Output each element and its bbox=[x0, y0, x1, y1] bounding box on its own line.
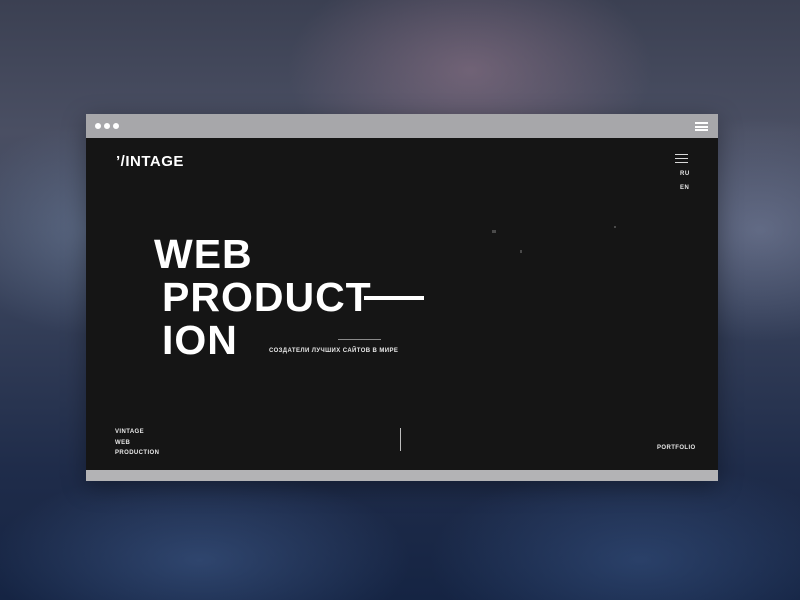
hero-title-line-2: PRODUCT bbox=[162, 274, 372, 320]
browser-menu-icon[interactable] bbox=[695, 122, 708, 131]
browser-bottom-bar bbox=[86, 470, 718, 481]
hero-tagline: СОЗДАТЕЛИ ЛУЧШИХ САЙТОВ В МИРЕ bbox=[269, 348, 399, 354]
hero-title-line-3: ION bbox=[162, 317, 238, 363]
site-logo[interactable]: ’/INTAGE bbox=[116, 153, 184, 170]
hero-strike-line bbox=[364, 296, 424, 300]
footer-divider bbox=[400, 428, 401, 451]
decorative-speck bbox=[520, 250, 522, 253]
footer-brand: VINTAGE WEB PRODUCTION bbox=[115, 427, 159, 459]
footer-brand-line: PRODUCTION bbox=[115, 450, 160, 456]
language-ru-link[interactable]: RU bbox=[680, 171, 690, 177]
site-viewport: ’/INTAGE RU EN WEB PRODUCT ION СОЗДАТЕЛИ… bbox=[86, 138, 718, 470]
window-dot[interactable] bbox=[113, 123, 119, 129]
window-dot[interactable] bbox=[95, 123, 101, 129]
browser-window: ’/INTAGE RU EN WEB PRODUCT ION СОЗДАТЕЛИ… bbox=[86, 114, 718, 481]
browser-toolbar bbox=[86, 114, 718, 138]
footer-brand-line: VINTAGE bbox=[115, 429, 145, 435]
site-menu-icon[interactable] bbox=[675, 154, 688, 163]
window-dot[interactable] bbox=[104, 123, 110, 129]
portfolio-link[interactable]: PORTFOLIO bbox=[657, 445, 696, 451]
decorative-speck bbox=[614, 226, 616, 228]
language-en-link[interactable]: EN bbox=[680, 185, 689, 191]
window-dots-icon[interactable] bbox=[95, 123, 119, 129]
tagline-divider bbox=[338, 339, 381, 340]
decorative-speck bbox=[492, 230, 496, 233]
footer-brand-line: WEB bbox=[115, 439, 131, 446]
hero-title-line-1: WEB bbox=[154, 231, 253, 277]
